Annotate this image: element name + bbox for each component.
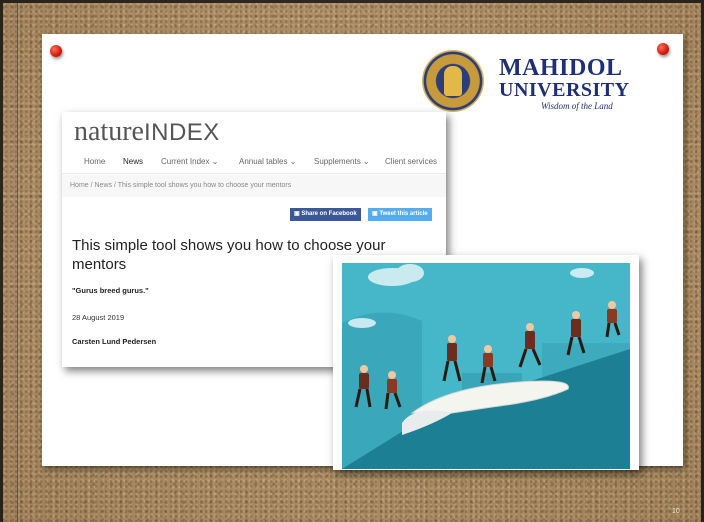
brand-index: INDEX (143, 119, 220, 146)
nature-index-logo[interactable]: natureINDEX (74, 116, 220, 148)
article-date: 28 August 2019 (72, 313, 125, 322)
university-seal-icon (422, 50, 484, 112)
university-name: MAHIDOL (499, 55, 623, 81)
nav-client-services[interactable]: Client services (385, 157, 437, 166)
pin-left-icon (50, 45, 62, 57)
university-motto: Wisdom of the Land (541, 101, 613, 111)
page-number: 10 (672, 508, 680, 515)
breadcrumb[interactable]: Home / News / This simple tool shows you… (70, 182, 291, 189)
nav-annual-tables[interactable]: Annual tables ⌄ (239, 157, 296, 166)
nav-supplements[interactable]: Supplements ⌄ (314, 157, 370, 166)
breadcrumb-bar: Home / News / This simple tool shows you… (62, 175, 446, 197)
tweet-button[interactable]: ▣ Tweet this article (368, 208, 432, 221)
site-nav: Home News Current Index ⌄ Annual tables … (62, 150, 446, 174)
university-logo: MAHIDOL UNIVERSITY Wisdom of the Land (420, 50, 640, 120)
article-quote: "Gurus breed gurus." (72, 286, 149, 295)
article-author[interactable]: Carsten Lund Pedersen (72, 337, 156, 346)
pin-right-icon (657, 43, 669, 55)
nav-home[interactable]: Home (84, 157, 105, 166)
tweet-label: Tweet this article (379, 211, 428, 217)
nav-news[interactable]: News (123, 157, 143, 166)
mentoring-illustration-art (342, 263, 630, 469)
share-facebook-button[interactable]: ▣ Share on Facebook (290, 208, 361, 221)
mentoring-illustration (333, 255, 639, 470)
share-facebook-label: Share on Facebook (301, 211, 357, 217)
brand-nature: nature (74, 116, 144, 147)
nav-current-index[interactable]: Current Index ⌄ (161, 157, 218, 166)
university-name-line2: UNIVERSITY (499, 79, 630, 101)
